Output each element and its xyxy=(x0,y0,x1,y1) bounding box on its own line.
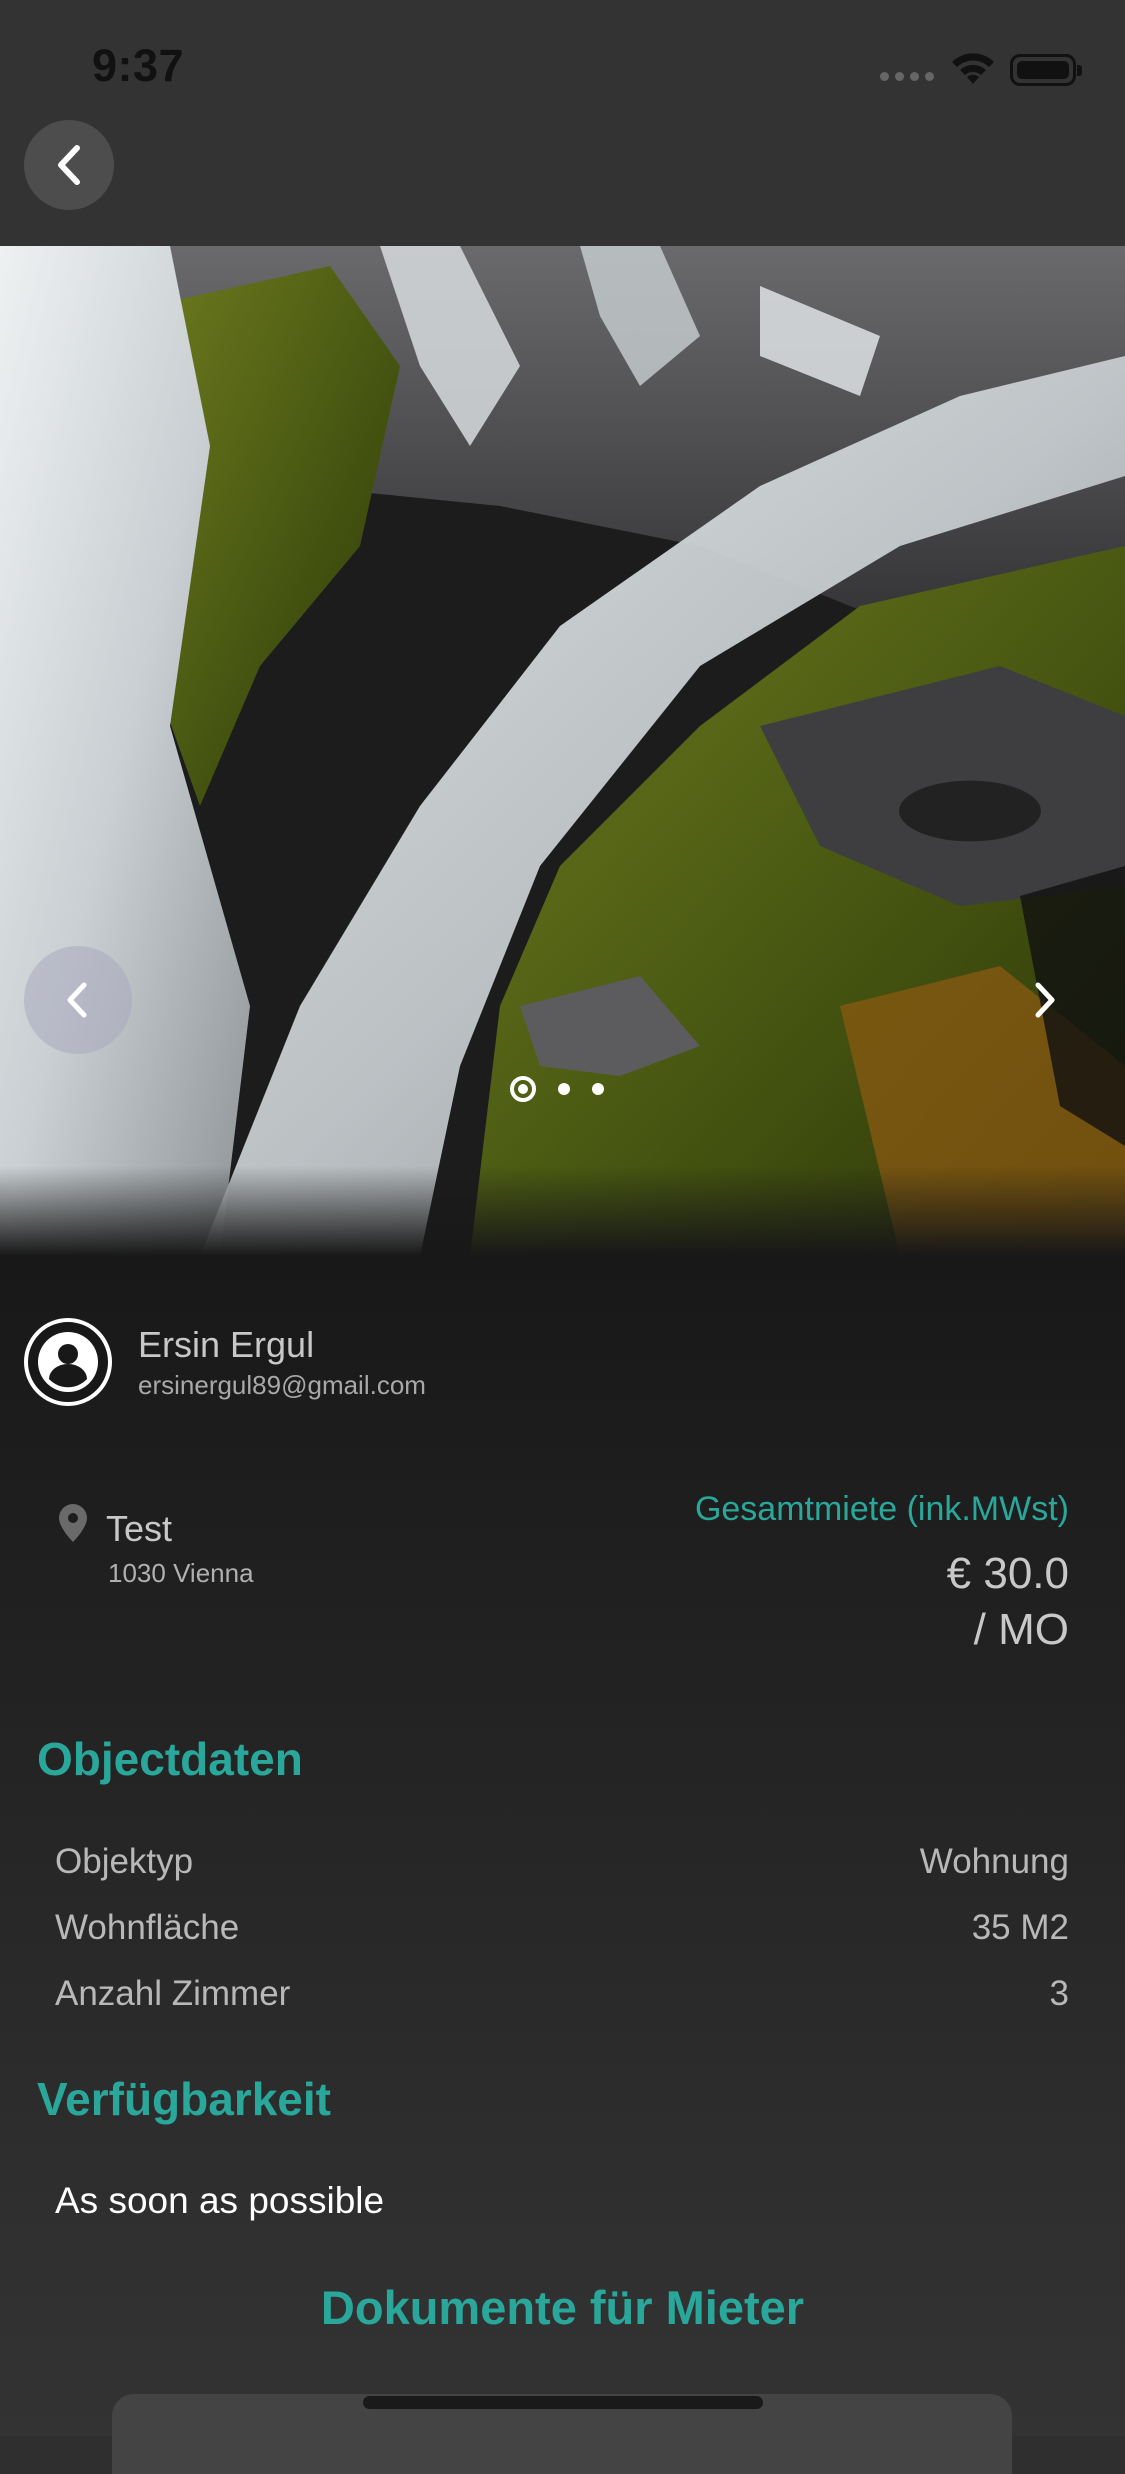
image-carousel[interactable] xyxy=(0,246,1125,1256)
battery-icon xyxy=(1010,54,1082,86)
image-bottom-fade xyxy=(0,1166,1125,1256)
carousel-dot[interactable] xyxy=(558,1083,570,1095)
nav-bar xyxy=(0,120,1125,246)
location-pin-icon xyxy=(59,1504,87,1542)
owner-avatar[interactable] xyxy=(24,1318,112,1406)
price-label: Gesamtmiete (ink.MWst) xyxy=(694,1490,1069,1528)
living-area-label: Wohnfläche xyxy=(55,1908,240,1947)
object-type-value: Wohnung xyxy=(919,1842,1069,1881)
owner-name: Ersin Ergul xyxy=(138,1324,315,1365)
status-bar: 9:37 xyxy=(0,0,1125,120)
living-area-value: 35 M2 xyxy=(971,1908,1069,1947)
wifi-icon xyxy=(952,53,994,84)
chevron-left-icon xyxy=(58,145,80,185)
back-button[interactable] xyxy=(24,120,114,210)
availability-title: Verfügbarkeit xyxy=(37,2073,331,2125)
home-indicator[interactable] xyxy=(363,2396,763,2409)
owner-email: ersinergul89@gmail.com xyxy=(138,1370,426,1400)
chevron-right-icon xyxy=(1035,982,1055,1018)
chevron-left-icon xyxy=(67,982,87,1018)
location-name: Test xyxy=(106,1508,173,1549)
documents-title: Dokumente für Mieter xyxy=(320,2281,805,2334)
room-count-label: Anzahl Zimmer xyxy=(55,1974,291,2013)
carousel-dot[interactable] xyxy=(592,1083,604,1095)
cellular-signal-icon xyxy=(880,72,934,81)
user-icon xyxy=(38,1332,98,1392)
price-amount: € 30.0 xyxy=(946,1549,1069,1598)
location-city: 1030 Vienna xyxy=(108,1558,254,1588)
availability-value: As soon as possible xyxy=(55,2180,385,2221)
carousel-dot[interactable] xyxy=(510,1076,536,1102)
price-period: / MO xyxy=(973,1605,1069,1654)
object-data-title: Objectdaten xyxy=(37,1733,303,1785)
listing-details: Ersin Ergul ersinergul89@gmail.com Test … xyxy=(0,1256,1125,2474)
room-count-value: 3 xyxy=(1049,1974,1069,2013)
object-type-label: Objektyp xyxy=(55,1842,194,1881)
status-time: 9:37 xyxy=(92,40,185,91)
price-value: € 30.0 / MO xyxy=(947,1546,1069,1658)
previous-image-button[interactable] xyxy=(24,946,132,1054)
property-photo xyxy=(0,246,1125,1256)
carousel-page-indicator xyxy=(510,1076,604,1102)
next-image-button[interactable] xyxy=(990,946,1098,1054)
